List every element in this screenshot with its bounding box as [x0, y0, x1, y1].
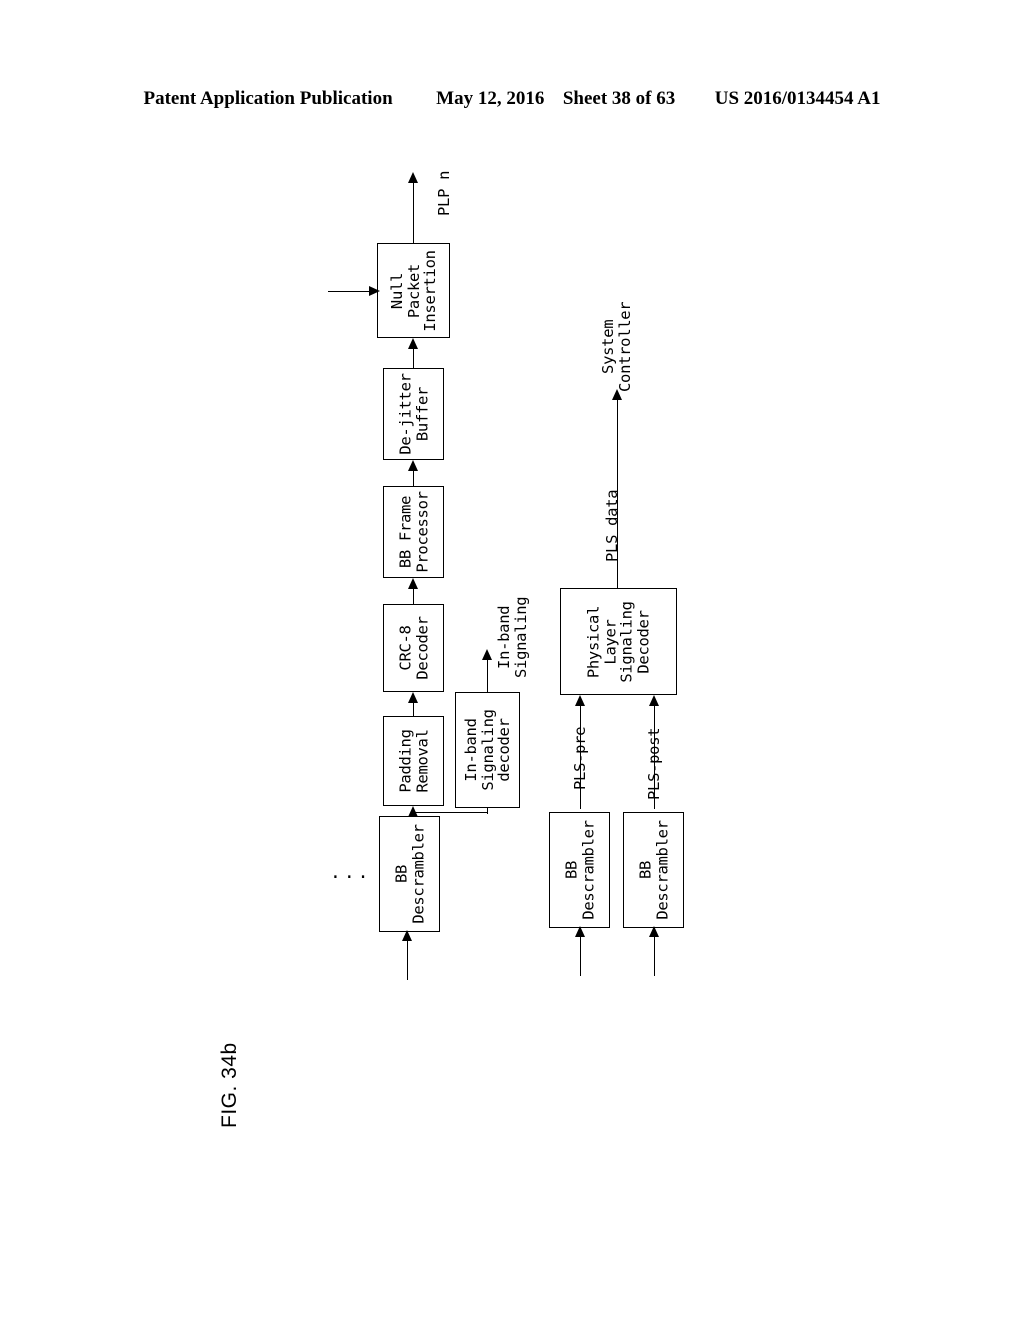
arrowhead-descrambler-data-input: [402, 930, 412, 941]
label-plp-n: PLP n: [435, 170, 453, 216]
arrowhead-plp-out: [408, 172, 418, 183]
connector-plp-out: [413, 178, 414, 244]
block-physical-layer-signaling-decoder: Physical Layer Signaling Decoder: [560, 588, 677, 695]
block-bb-descrambler-data: BB Descrambler: [379, 816, 440, 932]
arrowhead-dejitter-to-null: [408, 338, 418, 349]
label-pls-pre: PLS-pre: [571, 726, 589, 790]
block-bb-descrambler-data-label: BB Descrambler: [391, 824, 427, 924]
arrowhead-crc8-to-bbframe: [408, 578, 418, 589]
block-null-packet-insertion: Null Packet Insertion: [377, 243, 450, 338]
connector-descrambler-post-input: [654, 934, 655, 976]
label-inband-signaling: In-band Signaling: [495, 596, 530, 678]
connector-null-packet-side-input: [328, 291, 372, 292]
block-crc8-decoder-label: CRC-8 Decoder: [395, 616, 431, 680]
block-padding-removal: Padding Removal: [383, 716, 444, 806]
block-bb-descrambler-post: BB Descrambler: [623, 812, 684, 928]
figure-label: FIG. 34b: [218, 1042, 241, 1128]
block-crc8-decoder: CRC-8 Decoder: [383, 604, 444, 692]
block-null-packet-insertion-label: Null Packet Insertion: [387, 249, 439, 332]
label-system-controller: System Controller: [599, 301, 634, 392]
block-bb-descrambler-post-label: BB Descrambler: [635, 820, 671, 920]
block-physical-layer-signaling-decoder-label: Physical Layer Signaling Decoder: [584, 600, 653, 683]
figure-diagram: FIG. 34b ... PLP n Null Packet Insertion…: [0, 0, 1024, 1320]
arrowhead-padding-to-crc8: [408, 692, 418, 703]
arrowhead-pls-post: [649, 695, 659, 706]
block-padding-removal-label: Padding Removal: [395, 729, 431, 793]
label-pls-post: PLS-post: [645, 727, 663, 800]
block-de-jitter-buffer-label: De-jitter Buffer: [395, 373, 431, 455]
block-bb-descrambler-pre-label: BB Descrambler: [561, 820, 597, 920]
arrowhead-pls-pre: [575, 695, 585, 706]
label-plp-n-text: PLP n: [435, 170, 453, 216]
block-bb-frame-processor: BB Frame Processor: [383, 486, 444, 578]
arrowhead-descrambler-post-input: [649, 926, 659, 937]
block-inband-signaling-decoder: In-band Signaling decoder: [455, 692, 520, 808]
block-bb-frame-processor-label: BB Frame Processor: [395, 491, 431, 573]
label-pls-data: PLS data: [603, 489, 621, 562]
block-inband-signaling-decoder-label: In-band Signaling decoder: [461, 709, 513, 791]
arrowhead-bbframe-to-dejitter: [408, 460, 418, 471]
connector-descrambler-pre-input: [580, 934, 581, 976]
block-bb-descrambler-pre: BB Descrambler: [549, 812, 610, 928]
ellipsis-indicator: ...: [330, 862, 372, 883]
block-de-jitter-buffer: De-jitter Buffer: [383, 368, 444, 460]
connector-descrambler-data-input: [407, 938, 408, 980]
arrowhead-descrambler-pre-input: [575, 926, 585, 937]
connector-inband-out: [487, 655, 488, 693]
arrowhead-inband-out: [482, 649, 492, 660]
arrowhead-null-packet-side-input: [369, 286, 380, 296]
connector-branch-to-inband-horizontal: [413, 812, 488, 813]
